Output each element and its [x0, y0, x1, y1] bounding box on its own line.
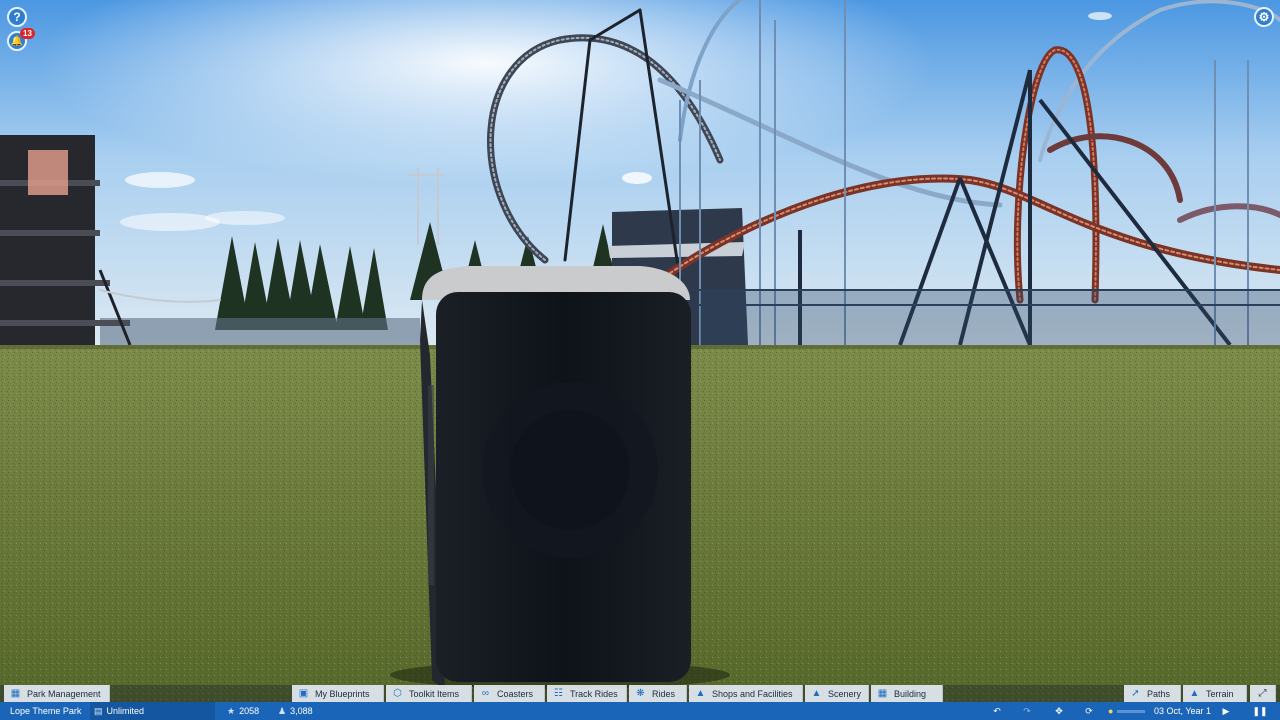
ferris-wheel-icon: ❋ [636, 688, 645, 699]
pause-button[interactable]: ❚❚ [1252, 702, 1268, 720]
coasters-label: Coasters [497, 688, 534, 699]
toolkit-icon: ⬡ [393, 688, 402, 699]
coaster-icon: ∞ [481, 688, 490, 699]
game-date: 03 Oct, Year 1 [1154, 702, 1214, 720]
star-icon: ★ [227, 705, 236, 716]
expand-icon: ⤢ [1258, 688, 1267, 699]
shops-facilities-label: Shops and Facilities [712, 688, 793, 699]
time-of-day: ● [1108, 702, 1152, 720]
rides-button[interactable]: ❋ Rides [629, 685, 687, 702]
gear-icon: ⚙ [1258, 10, 1270, 24]
expand-button[interactable]: ⤢ [1250, 685, 1276, 702]
game-date-label: 03 Oct, Year 1 [1154, 706, 1212, 716]
park-management-icon: ▦ [10, 688, 21, 699]
redo-button[interactable]: ↷ [1020, 702, 1034, 720]
scenery-icon: ▲ [811, 688, 822, 699]
speaker-object[interactable] [390, 266, 730, 690]
money-icon: ▤ [94, 705, 103, 716]
help-button[interactable]: ? [7, 7, 27, 27]
park-name[interactable]: Lope Theme Park [10, 702, 90, 720]
shops-facilities-button[interactable]: ▲ Shops and Facilities [689, 685, 803, 702]
park-management-button[interactable]: ▦ Park Management [4, 685, 110, 702]
toolkit-items-button[interactable]: ⬡ Toolkit Items [386, 685, 472, 702]
park-name-label: Lope Theme Park [10, 706, 82, 716]
track-ride-icon: ☷ [554, 688, 563, 699]
money-display[interactable]: ▤ Unlimited [90, 702, 215, 720]
play-icon: ▶ [1222, 705, 1230, 716]
help-icon: ? [13, 10, 21, 24]
terrain-icon: ▲ [1189, 688, 1200, 699]
coasters-button[interactable]: ∞ Coasters [474, 685, 545, 702]
track-rides-label: Track Rides [570, 688, 618, 699]
redo-icon: ↷ [1023, 705, 1031, 716]
rides-label: Rides [652, 688, 676, 699]
my-blueprints-label: My Blueprints [315, 688, 370, 699]
blueprints-icon: ▣ [298, 688, 309, 699]
toolkit-items-label: Toolkit Items [409, 688, 460, 699]
paths-label: Paths [1147, 688, 1171, 699]
rotate-button[interactable]: ⟳ [1082, 702, 1096, 720]
terrain-label: Terrain [1206, 688, 1234, 699]
pause-icon: ❚❚ [1252, 705, 1268, 716]
building-label: Building [894, 688, 927, 699]
sun-icon: ● [1108, 706, 1114, 716]
scenery-button[interactable]: ▲ Scenery [805, 685, 869, 702]
play-button[interactable]: ▶ [1220, 702, 1232, 720]
park-rating[interactable]: ★ 2058 [227, 702, 277, 720]
camera-button[interactable]: ✥ [1052, 702, 1066, 720]
my-blueprints-button[interactable]: ▣ My Blueprints [292, 685, 384, 702]
guests-value: 3,088 [290, 706, 313, 716]
paths-button[interactable]: ➚ Paths [1124, 685, 1181, 702]
scenery-label: Scenery [827, 688, 861, 699]
rotate-icon: ⟳ [1085, 705, 1093, 716]
notifications-button[interactable]: 🔔 13 [7, 28, 35, 51]
terrain-button[interactable]: ▲ Terrain [1183, 685, 1247, 702]
money-value: Unlimited [106, 706, 145, 716]
notifications-count-badge: 13 [20, 28, 35, 39]
shop-icon: ▲ [695, 688, 706, 699]
undo-icon: ↶ [993, 705, 1001, 716]
rating-value: 2058 [239, 706, 260, 716]
guests-icon: ♟ [278, 705, 287, 716]
guest-count[interactable]: ♟ 3,088 [278, 702, 328, 720]
status-bar: Lope Theme Park ▤ Unlimited ★ 2058 ♟ 3,0… [0, 702, 1280, 720]
building-icon: ▦ [877, 688, 888, 699]
build-toolbar: ▦ Park Management ▣ My Blueprints ⬡ Tool… [0, 685, 1280, 702]
building-button[interactable]: ▦ Building [871, 685, 943, 702]
track-rides-button[interactable]: ☷ Track Rides [547, 685, 627, 702]
camera-move-icon: ✥ [1055, 705, 1063, 716]
paths-icon: ➚ [1131, 688, 1140, 699]
settings-button[interactable]: ⚙ [1254, 7, 1274, 27]
game-scene[interactable] [0, 0, 1280, 720]
park-management-label: Park Management [27, 688, 101, 699]
day-progress-bar [1117, 709, 1146, 713]
undo-button[interactable]: ↶ [990, 702, 1004, 720]
